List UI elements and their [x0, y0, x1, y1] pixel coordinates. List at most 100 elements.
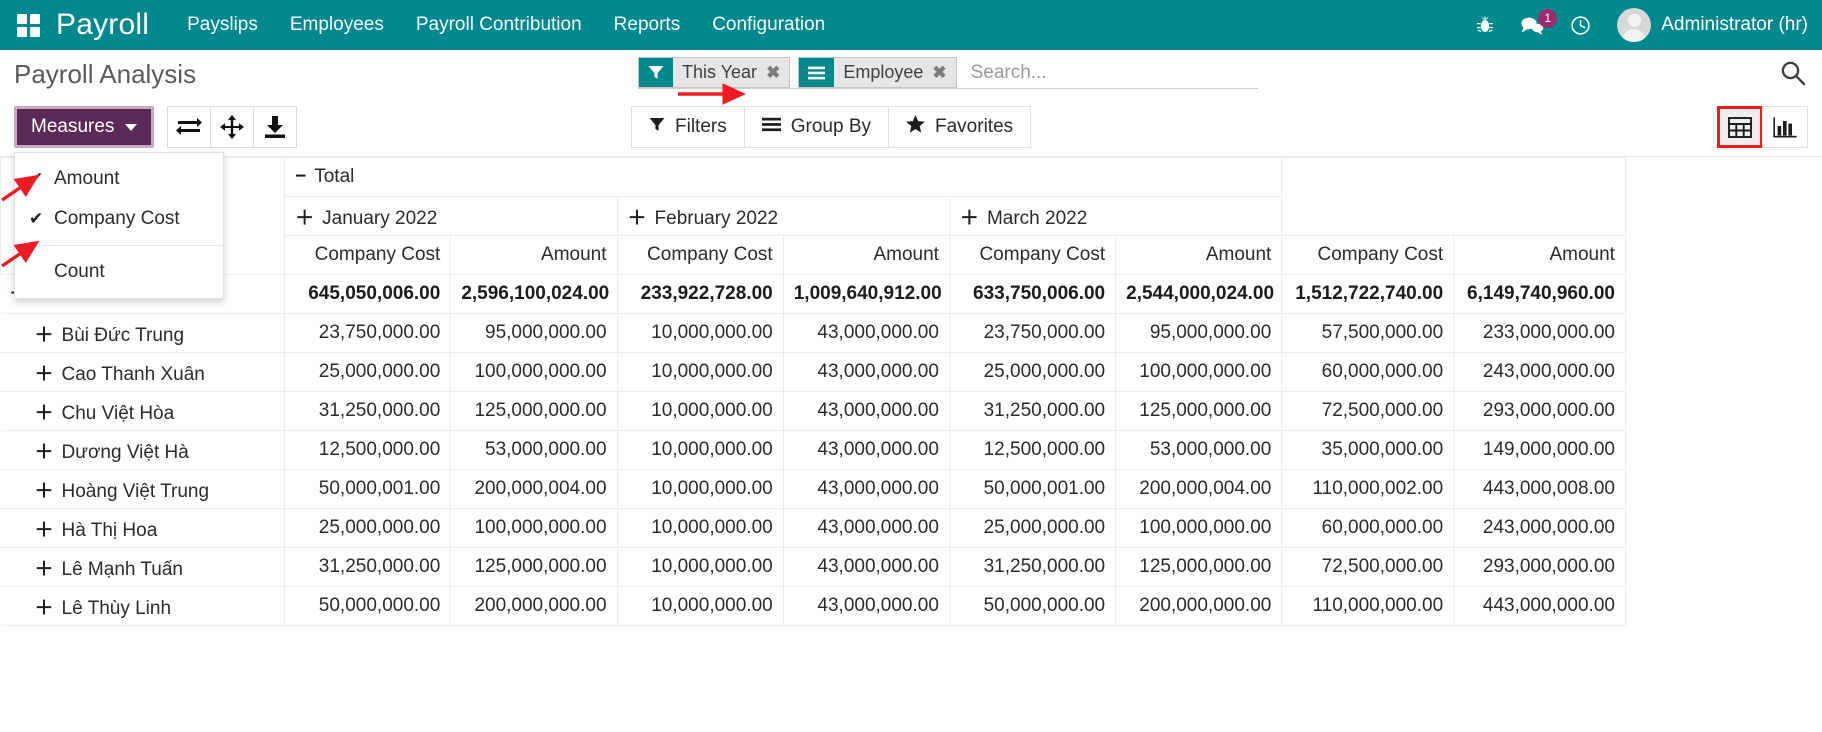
cell-value[interactable]: 72,500,000.00 [1281, 547, 1455, 587]
cell-value[interactable]: 23,750,000.00 [948, 313, 1117, 353]
cell-value[interactable]: 200,000,000.00 [1115, 586, 1283, 626]
cell-value[interactable]: 100,000,000.00 [1115, 508, 1283, 548]
cell-value[interactable]: 443,000,000.00 [1453, 586, 1626, 626]
row-header-employee[interactable]: ＋ Bùi Đức Trung [0, 313, 286, 353]
download-xlsx-icon[interactable] [253, 106, 298, 148]
cell-value[interactable]: 1,512,722,740.00 [1281, 274, 1455, 314]
cell-value[interactable]: 10,000,000.00 [616, 313, 784, 353]
cell-value[interactable]: 443,000,008.00 [1453, 469, 1626, 509]
row-header-employee[interactable]: ＋ Lê Mạnh Tuấn [0, 547, 286, 587]
cell-value[interactable]: 12,500,000.00 [948, 430, 1117, 470]
cell-value[interactable]: 25,000,000.00 [284, 508, 452, 548]
measure-header-company-cost[interactable]: Company Cost [284, 235, 452, 275]
cell-value[interactable]: 35,000,000.00 [1281, 430, 1455, 470]
table-row[interactable]: ＋ Lê Thùy Linh 50,000,000.00 200,000,000.00… [0, 586, 1822, 626]
cell-value[interactable]: 43,000,000.00 [782, 352, 950, 392]
row-header-employee[interactable]: ＋ Dương Việt Hà [0, 430, 286, 470]
cell-value[interactable]: 43,000,000.00 [782, 313, 950, 353]
cell-value[interactable]: 10,000,000.00 [616, 391, 784, 431]
cell-value[interactable]: 243,000,000.00 [1453, 352, 1626, 392]
messages-button[interactable]: 1 [1520, 8, 1558, 35]
cell-value[interactable]: 100,000,000.00 [450, 508, 618, 548]
table-row[interactable]: ＋ Dương Việt Hà 12,500,000.00 53,000,000.00… [0, 430, 1822, 470]
cell-value[interactable]: 95,000,000.00 [450, 313, 618, 353]
cell-value[interactable]: 200,000,000.00 [450, 586, 618, 626]
group-by-button[interactable]: Group By [743, 106, 889, 148]
cell-value[interactable]: 100,000,000.00 [450, 352, 618, 392]
measure-header-amount[interactable]: Amount [1115, 235, 1283, 275]
flip-axis-icon[interactable] [167, 106, 212, 148]
row-header-employee[interactable]: ＋ Chu Việt Hòa [0, 391, 286, 431]
cell-value[interactable]: 10,000,000.00 [616, 469, 784, 509]
cell-value[interactable]: 50,000,001.00 [284, 469, 452, 509]
measure-item-count[interactable]: Count [15, 252, 223, 292]
cell-value[interactable]: 6,149,740,960.00 [1453, 274, 1626, 314]
measure-item-amount[interactable]: ✔ Amount [15, 159, 223, 199]
measure-header-amount[interactable]: Amount [1453, 235, 1626, 275]
cell-value[interactable]: 31,250,000.00 [948, 391, 1117, 431]
cell-value[interactable]: 31,250,000.00 [284, 547, 452, 587]
cell-value[interactable]: 149,000,000.00 [1453, 430, 1626, 470]
table-row[interactable]: ＋ Lê Mạnh Tuấn 31,250,000.00 125,000,000.00… [0, 547, 1822, 587]
row-header-employee[interactable]: ＋ Hoàng Việt Trung [0, 469, 286, 509]
cell-value[interactable]: 50,000,001.00 [948, 469, 1117, 509]
measures-button[interactable]: Measures [14, 106, 155, 148]
cell-value[interactable]: 72,500,000.00 [1281, 391, 1455, 431]
cell-value[interactable]: 125,000,000.00 [1115, 547, 1283, 587]
cell-value[interactable]: 31,250,000.00 [284, 391, 452, 431]
cell-value[interactable]: 2,544,000,024.00 [1115, 274, 1283, 314]
cell-value[interactable]: 25,000,000.00 [948, 352, 1117, 392]
cell-value[interactable]: 10,000,000.00 [616, 586, 784, 626]
cell-value[interactable]: 633,750,006.00 [948, 274, 1117, 314]
cell-value[interactable]: 31,250,000.00 [948, 547, 1117, 587]
cell-value[interactable]: 10,000,000.00 [616, 430, 784, 470]
menu-item-configuration[interactable]: Configuration [712, 14, 825, 36]
cell-value[interactable]: 10,000,000.00 [616, 508, 784, 548]
cell-value[interactable]: 25,000,000.00 [284, 352, 452, 392]
pivot-table-container[interactable]: − Total ＋ January 2022 ＋ February 2022 ＋ Mar… [0, 157, 1822, 702]
expand-all-icon[interactable] [210, 106, 255, 148]
menu-item-reports[interactable]: Reports [614, 14, 681, 36]
table-row[interactable]: ＋ Hoàng Việt Trung 50,000,001.00 200,000,00… [0, 469, 1822, 509]
cell-value[interactable]: 243,000,000.00 [1453, 508, 1626, 548]
search-facet-employee[interactable]: Employee ✖ [798, 57, 957, 88]
search-input[interactable]: Search... [965, 57, 1047, 88]
app-brand[interactable]: Payroll [56, 8, 149, 42]
cell-value[interactable]: 233,000,000.00 [1453, 313, 1626, 353]
cell-value[interactable]: 23,750,000.00 [284, 313, 452, 353]
search-icon[interactable] [1780, 60, 1806, 93]
cell-value[interactable]: 25,000,000.00 [948, 508, 1117, 548]
clock-icon[interactable] [1570, 15, 1591, 36]
favorites-button[interactable]: Favorites [888, 106, 1032, 148]
measure-header-amount[interactable]: Amount [782, 235, 950, 275]
cell-value[interactable]: 43,000,000.00 [782, 430, 950, 470]
cell-value[interactable]: 233,922,728.00 [616, 274, 784, 314]
menu-item-employees[interactable]: Employees [290, 14, 384, 36]
pivot-view-button[interactable] [1717, 106, 1763, 148]
search-facet-this-year[interactable]: This Year ✖ [638, 57, 791, 88]
row-header-employee[interactable]: ＋ Cao Thanh Xuân [0, 352, 286, 392]
cell-value[interactable]: 125,000,000.00 [450, 547, 618, 587]
cell-value[interactable]: 125,000,000.00 [450, 391, 618, 431]
cell-value[interactable]: 100,000,000.00 [1115, 352, 1283, 392]
col-group-total[interactable]: − Total [284, 157, 1283, 197]
table-row[interactable]: ＋ Hà Thị Hoa 25,000,000.00 100,000,000.00 10… [0, 508, 1822, 548]
cell-value[interactable]: 60,000,000.00 [1281, 352, 1455, 392]
cell-value[interactable]: 293,000,000.00 [1453, 391, 1626, 431]
apps-menu-button[interactable] [0, 13, 56, 37]
cell-value[interactable]: 293,000,000.00 [1453, 547, 1626, 587]
user-menu[interactable]: Administrator (hr) [1617, 8, 1808, 42]
graph-view-button[interactable] [1762, 106, 1808, 148]
measure-item-company-cost[interactable]: ✔ Company Cost [15, 199, 223, 239]
cell-value[interactable]: 53,000,000.00 [450, 430, 618, 470]
cell-value[interactable]: 12,500,000.00 [284, 430, 452, 470]
filters-button[interactable]: Filters [631, 106, 745, 148]
measure-header-company-cost[interactable]: Company Cost [948, 235, 1117, 275]
table-row[interactable]: ＋ Chu Việt Hòa 31,250,000.00 125,000,000.00… [0, 391, 1822, 431]
cell-value[interactable]: 200,000,004.00 [1115, 469, 1283, 509]
menu-item-payslips[interactable]: Payslips [187, 14, 258, 36]
cell-value[interactable]: 57,500,000.00 [1281, 313, 1455, 353]
menu-item-payroll-contribution[interactable]: Payroll Contribution [416, 14, 582, 36]
measure-header-company-cost[interactable]: Company Cost [616, 235, 784, 275]
cell-value[interactable]: 50,000,000.00 [284, 586, 452, 626]
